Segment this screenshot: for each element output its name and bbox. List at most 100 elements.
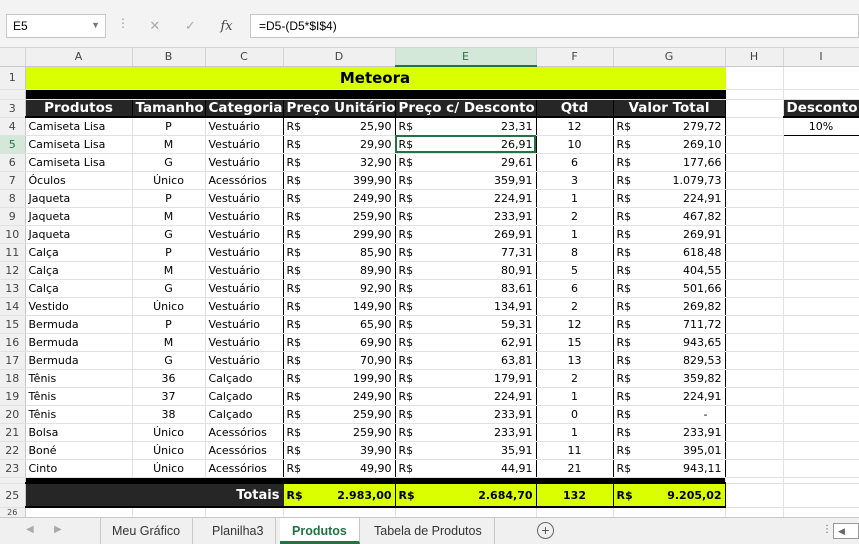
cell-preco-unitario[interactable]: R$ 39,90 [283,441,396,460]
header-preco-desconto[interactable]: Preço c/ Desconto [394,98,537,118]
cell-valor-total[interactable]: R$ 279,72 [613,117,726,136]
cell[interactable] [725,333,784,352]
cell-qtd[interactable]: 2 [536,369,614,388]
cell[interactable] [783,279,859,298]
cell-categoria[interactable]: Acessórios [205,459,284,478]
column-header-b[interactable]: B [132,48,206,67]
header-desconto[interactable]: Desconto [782,98,859,118]
header-produtos[interactable]: Produtos [24,98,133,118]
column-header-h[interactable]: H [725,48,784,67]
row-header[interactable]: 14 [0,297,26,316]
row-header[interactable]: 7 [0,171,26,190]
cell-preco-desconto[interactable]: R$ 26,91 [395,135,537,154]
cell-produto[interactable]: Tênis [24,369,133,388]
cell-produto[interactable]: Jaqueta [24,225,133,244]
cell-preco-unitario[interactable]: R$ 149,90 [283,297,396,316]
prev-sheet-icon[interactable]: ◀ [26,524,34,535]
cell-valor-total[interactable]: R$ 943,65 [613,333,726,352]
cell[interactable] [783,66,859,90]
cell-valor-total[interactable]: R$ 395,01 [613,441,726,460]
total-qtd[interactable]: 132 [536,482,614,508]
cell[interactable] [725,297,784,316]
row-header[interactable]: 25 [0,483,26,508]
row-header[interactable]: 22 [0,441,26,460]
row-header[interactable]: 23 [0,459,26,478]
cell-tamanho[interactable]: Único [132,423,206,442]
cell-preco-unitario[interactable]: R$ 199,90 [283,369,396,388]
cell-valor-total[interactable]: R$ 467,82 [613,207,726,226]
row-header[interactable]: 9 [0,207,26,226]
header-valor-total[interactable]: Valor Total [612,98,726,118]
cell-tamanho[interactable]: Único [132,297,206,316]
cell-tamanho[interactable]: P [132,243,206,262]
cell-tamanho[interactable]: 38 [132,405,206,424]
cell-preco-desconto[interactable]: R$ 83,61 [395,279,537,298]
cell-categoria[interactable]: Vestuário [205,207,284,226]
cell-produto[interactable]: Calça [24,261,133,280]
cell[interactable] [725,459,784,478]
cell-produto[interactable]: Vestido [24,297,133,316]
cell[interactable] [725,315,784,334]
cancel-icon[interactable]: ✕ [149,18,160,34]
cell-preco-desconto[interactable]: R$ 80,91 [395,261,537,280]
cell-tamanho[interactable]: G [132,153,206,172]
total-valor-total[interactable]: R$ 9.205,02 [613,482,726,508]
cell-preco-unitario[interactable]: R$ 259,90 [283,423,396,442]
cell[interactable] [725,153,784,172]
cell-produto[interactable]: Óculos [24,171,133,190]
cell-categoria[interactable]: Vestuário [205,225,284,244]
cell-tamanho[interactable]: P [132,117,206,136]
cell[interactable] [725,117,784,136]
cell[interactable] [725,66,784,90]
row-header[interactable]: 16 [0,333,26,352]
cell[interactable] [725,507,784,517]
cell-qtd[interactable]: 5 [536,261,614,280]
cell[interactable] [283,507,396,517]
cell-produto[interactable]: Jaqueta [24,189,133,208]
cell[interactable] [725,189,784,208]
header-tamanho[interactable]: Tamanho [131,98,206,118]
cell[interactable] [725,369,784,388]
tab-planilha3[interactable]: Planilha3 [200,518,277,544]
cell-categoria[interactable]: Calçado [205,405,284,424]
cell-qtd[interactable]: 8 [536,243,614,262]
cell-preco-unitario[interactable]: R$ 299,90 [283,225,396,244]
column-header-f[interactable]: F [536,48,614,67]
cell-valor-total[interactable]: R$ 233,91 [613,423,726,442]
cell-preco-desconto[interactable]: R$ 224,91 [395,189,537,208]
cell[interactable] [725,89,784,100]
cell-preco-desconto[interactable]: R$ 224,91 [395,387,537,406]
row-header[interactable]: 10 [0,225,26,244]
row-header[interactable]: 21 [0,423,26,442]
tab-meu-gr-fico[interactable]: Meu Gráfico [100,518,194,544]
cell-preco-unitario[interactable]: R$ 32,90 [283,153,396,172]
cell-produto[interactable]: Tênis [24,387,133,406]
cell-qtd[interactable]: 11 [536,441,614,460]
cell-preco-unitario[interactable]: R$ 25,90 [283,117,396,136]
cell-preco-unitario[interactable]: R$ 92,90 [283,279,396,298]
cell-preco-desconto[interactable]: R$ 62,91 [395,333,537,352]
cell-categoria[interactable]: Vestuário [205,297,284,316]
cell[interactable] [725,171,784,190]
cell-categoria[interactable]: Vestuário [205,117,284,136]
cell-qtd[interactable]: 6 [536,153,614,172]
cell-categoria[interactable]: Vestuário [205,135,284,154]
cell-qtd[interactable]: 21 [536,459,614,478]
cell-categoria[interactable]: Vestuário [205,279,284,298]
cell-preco-desconto[interactable]: R$ 233,91 [395,405,537,424]
cell-qtd[interactable]: 2 [536,297,614,316]
cell[interactable] [783,225,859,244]
cell-tamanho[interactable]: G [132,279,206,298]
cell-valor-total[interactable]: R$ 224,91 [613,387,726,406]
cell-tamanho[interactable]: M [132,261,206,280]
totals-label[interactable]: Totais [25,482,284,508]
row-header[interactable]: 15 [0,315,26,334]
cell-preco-desconto[interactable]: R$ 23,31 [395,117,537,136]
cell[interactable] [783,189,859,208]
cell-categoria[interactable]: Vestuário [205,261,284,280]
cell-produto[interactable]: Camiseta Lisa [24,153,133,172]
cell[interactable] [783,171,859,190]
column-header-i[interactable]: I [783,48,859,67]
cell-qtd[interactable]: 1 [536,423,614,442]
cell-valor-total[interactable]: R$ 943,11 [613,459,726,478]
